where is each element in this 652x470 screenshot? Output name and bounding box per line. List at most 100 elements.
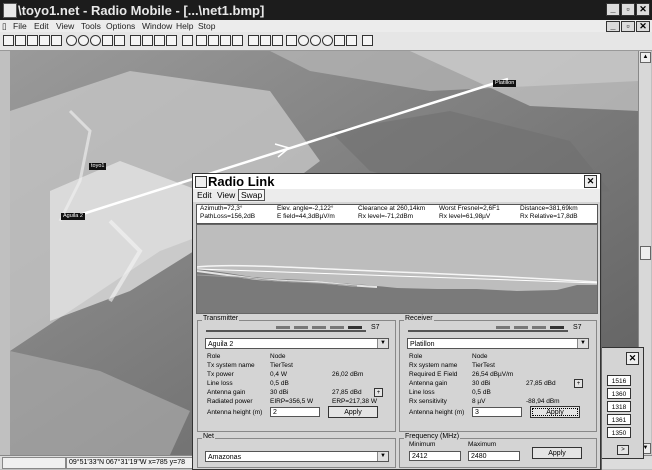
rx-gain-dbd: 27,85 dBd [526,380,556,387]
menu-view[interactable]: View [56,21,74,31]
rx-unit-select[interactable]: Platillon ▼ [407,338,589,349]
save-icon[interactable] [27,35,38,46]
tx-gain-plus-button[interactable]: + [374,388,383,397]
rx-height-label: Antenna height (m) [409,409,465,416]
mdi-close-button[interactable]: ✕ [636,21,650,32]
scroll-up-icon[interactable]: ▲ [640,52,651,63]
map-properties-icon[interactable] [39,35,50,46]
grid-icon[interactable] [346,35,357,46]
info-worst-fresnel: Worst Fresnel=2,6F1 [439,205,500,212]
net-select[interactable]: Amazonas ▼ [205,451,389,462]
freq-max-input[interactable]: 2480 [468,451,520,461]
globe-icon[interactable] [66,35,77,46]
coverage2-icon[interactable] [310,35,321,46]
tx-slider[interactable]: S7 [206,324,380,334]
rx-height-input[interactable]: 3 [472,407,522,417]
tx-slider-label: S7 [371,324,380,331]
print-icon[interactable] [182,35,193,46]
window-icon[interactable] [130,35,141,46]
maximize-button[interactable]: ▫ [621,3,635,16]
radio-link-close-icon[interactable]: ✕ [584,175,597,188]
book-icon[interactable] [362,35,373,46]
zoom2-icon[interactable] [272,35,283,46]
open-icon[interactable] [15,35,26,46]
rl-menu-swap[interactable]: Swap [238,189,266,201]
copy-icon[interactable] [196,35,207,46]
rx-sens-uv: 8 µV [472,398,486,405]
tx-gain-label: Antenna gain [207,389,246,396]
tools-icon[interactable] [51,35,62,46]
freq-min-input[interactable]: 2412 [409,451,461,461]
forward-arrow-icon[interactable] [114,35,125,46]
network-icon[interactable] [220,35,231,46]
freq-apply-button[interactable]: Apply [532,447,582,459]
minimize-button[interactable]: _ [606,3,620,16]
picture-icon[interactable] [154,35,165,46]
rl-menu-view[interactable]: View [217,190,235,200]
tx-apply-button[interactable]: Apply [328,406,378,418]
picture2-icon[interactable] [166,35,177,46]
menu-help[interactable]: Help [176,21,193,31]
new-icon[interactable] [3,35,14,46]
menu-window[interactable]: Window [142,21,172,31]
rx-slider[interactable]: S7 [408,324,582,334]
tx-power-w: 0,4 W [270,371,287,378]
side-window-close-icon[interactable]: ✕ [626,352,639,365]
main-title-bar[interactable]: \toyo1.net - Radio Mobile - [...\net1.bm… [0,0,652,20]
tx-gain-dbi: 30 dBi [270,389,289,396]
zoom-icon[interactable] [260,35,271,46]
site-label-platillon[interactable]: Platillon [493,80,517,87]
radio-link-title-bar[interactable]: Radio Link ✕ [193,174,600,190]
menu-tools[interactable]: Tools [81,21,101,31]
rx-field-value: 26,54 dBµV/m [472,371,514,378]
link-info-panel: Azimuth=72,3° Elev. angle=-2,122° Cleara… [196,204,598,224]
rl-menu-edit[interactable]: Edit [197,190,212,200]
tx-height-label: Antenna height (m) [207,409,263,416]
rx-system-value: TierTest [472,362,495,369]
mdi-restore-button[interactable]: ▫ [621,21,635,32]
radio-link-dialog[interactable]: Radio Link ✕ Edit View Swap Azimuth=72,3… [192,173,601,470]
window2-icon[interactable] [142,35,153,46]
chevron-down-icon[interactable]: ▼ [377,339,388,348]
app-icon [3,3,17,18]
info-elev-angle: Elev. angle=-2,122° [277,205,334,212]
rx-gain-plus-button[interactable]: + [574,379,583,388]
tx-system-label: Tx system name [207,362,255,369]
rx-role-value: Node [472,353,488,360]
frequency-label: Frequency (MHz) [404,433,461,440]
camera-icon[interactable] [334,35,345,46]
globe3-icon[interactable] [90,35,101,46]
radio-link-menu: Edit View Swap [193,189,600,202]
close-button[interactable]: ✕ [636,3,650,16]
info-azimuth: Azimuth=72,3° [200,205,243,212]
rx-apply-button[interactable]: Apply [530,406,580,418]
radio-link-icon[interactable] [286,35,297,46]
site-label-toyo[interactable]: toyo1 [89,163,107,170]
receiver-group: Receiver S7 Platillon ▼ Role Node Rx sys… [399,315,597,432]
menu-options[interactable]: Options [106,21,135,31]
globe2-icon[interactable] [78,35,89,46]
rect-icon[interactable] [248,35,259,46]
info-pathloss: PathLoss=156,2dB [200,213,256,220]
path-profile-graph[interactable] [196,224,598,314]
tx-system-value: TierTest [270,362,293,369]
menu-stop[interactable]: Stop [198,21,216,31]
tx-unit-select[interactable]: Aguila 2 ▼ [205,338,389,349]
tx-height-input[interactable]: 2 [270,407,320,417]
side-window-arrow-icon[interactable]: > [617,445,629,455]
coverage-icon[interactable] [298,35,309,46]
back-arrow-icon[interactable] [102,35,113,46]
cross-icon[interactable] [232,35,243,46]
menu-file[interactable]: File [13,21,27,31]
scroll-thumb[interactable] [640,246,651,260]
chevron-down-icon[interactable]: ▼ [577,339,588,348]
site-label-aguila[interactable]: Aguila 2 [61,213,85,220]
mdi-minimize-button[interactable]: _ [606,21,620,32]
tx-lineloss-label: Line loss [207,380,233,387]
rx-gain-dbi: 30 dBi [472,380,491,387]
coverage3-icon[interactable] [322,35,333,46]
tx-gain-dbd: 27,85 dBd [332,389,362,396]
chevron-down-icon[interactable]: ▼ [377,452,388,461]
menu-edit[interactable]: Edit [34,21,49,31]
paste-icon[interactable] [208,35,219,46]
